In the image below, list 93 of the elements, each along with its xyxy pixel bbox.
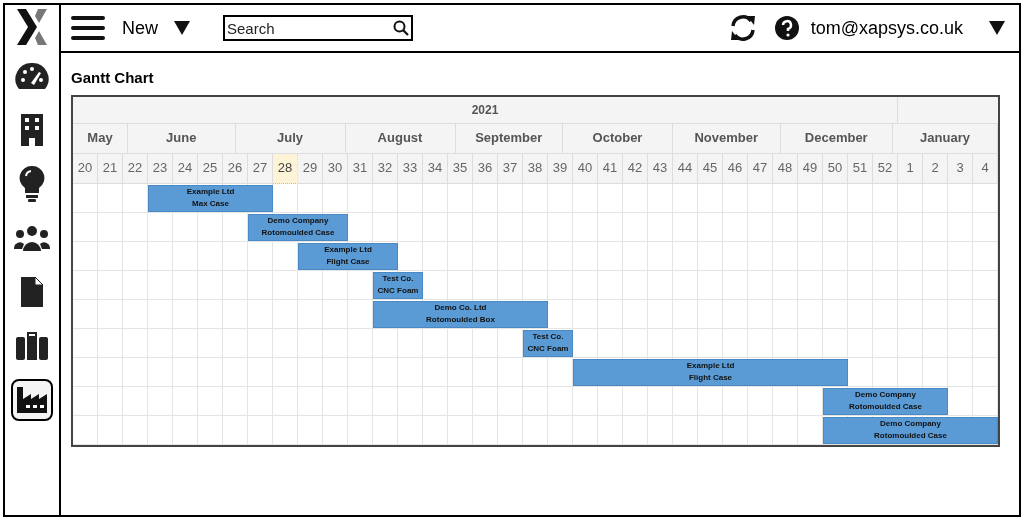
task-product: Flight Case <box>688 372 733 384</box>
sidebar-item[interactable] <box>11 379 53 421</box>
task-bar[interactable]: Demo Company Rotomoulded Case <box>823 416 998 444</box>
week-header: 1 <box>898 153 923 184</box>
week-header: 34 <box>423 153 448 184</box>
month-header: December <box>780 123 893 154</box>
week-header: 24 <box>173 153 198 184</box>
page-title: Gantt Chart <box>71 68 154 88</box>
week-header: 4 <box>973 153 998 184</box>
week-header: 32 <box>373 153 398 184</box>
week-header: 31 <box>348 153 373 184</box>
task-bar[interactable]: Example Ltd Flight Case <box>298 242 398 270</box>
task-bar[interactable]: Example Ltd Flight Case <box>573 358 848 386</box>
week-header: 42 <box>623 153 648 184</box>
task-customer: Demo Company <box>267 215 329 227</box>
week-header: 44 <box>673 153 698 184</box>
factory-icon <box>17 387 47 413</box>
task-product: Flight Case <box>326 256 370 268</box>
task-product: CNC Foam <box>527 343 569 355</box>
caret-icon[interactable] <box>989 21 1005 35</box>
task-bar[interactable]: Demo Company Rotomoulded Case <box>248 213 348 241</box>
lightbulb-icon[interactable] <box>19 166 45 202</box>
week-header: 51 <box>848 153 873 184</box>
week-header: 38 <box>523 153 548 184</box>
month-header: October <box>563 123 673 154</box>
week-header: 27 <box>248 153 273 184</box>
month-header: May <box>73 123 128 154</box>
month-header: January <box>893 123 998 154</box>
help-icon[interactable] <box>774 16 799 40</box>
document-icon[interactable] <box>21 277 43 307</box>
task-customer: Demo Co. Ltd <box>434 302 487 314</box>
week-header: 23 <box>148 153 173 184</box>
week-header: 49 <box>798 153 823 184</box>
week-header: 36 <box>473 153 498 184</box>
task-customer: Test Co. <box>382 273 414 285</box>
user-menu[interactable]: tom@xapsys.co.uk <box>810 14 1005 42</box>
search-icon[interactable] <box>393 20 409 36</box>
task-customer: Example Ltd <box>186 186 235 198</box>
gauge-icon[interactable] <box>15 62 49 90</box>
week-header: 22 <box>123 153 148 184</box>
task-customer: Demo Company <box>880 418 941 430</box>
week-header: 39 <box>548 153 573 184</box>
task-product: CNC Foam <box>377 285 419 297</box>
week-header: 21 <box>98 153 123 184</box>
task-customer: Demo Company <box>855 389 916 401</box>
task-bar[interactable]: Test Co. CNC Foam <box>373 271 423 299</box>
suitcase-icon[interactable] <box>16 332 48 360</box>
week-header: 28 <box>273 153 298 184</box>
month-header: August <box>345 123 456 154</box>
week-header: 20 <box>73 153 98 184</box>
task-customer: Example Ltd <box>686 360 735 372</box>
task-bar[interactable]: Example Ltd Max Case <box>148 184 273 212</box>
month-header: June <box>128 123 236 154</box>
week-header: 2 <box>923 153 948 184</box>
people-icon[interactable] <box>14 225 50 251</box>
building-icon[interactable] <box>20 114 44 146</box>
week-header: 41 <box>598 153 623 184</box>
task-bar[interactable]: Demo Company Rotomoulded Case <box>823 387 948 415</box>
refresh-icon[interactable] <box>728 15 757 41</box>
week-header: 3 <box>948 153 973 184</box>
task-bar[interactable]: Demo Co. Ltd Rotomoulded Box <box>373 300 548 328</box>
task-product: Rotomoulded Case <box>874 430 947 442</box>
week-header: 43 <box>648 153 673 184</box>
search-field[interactable]: Search <box>223 15 413 41</box>
week-header: 35 <box>448 153 473 184</box>
logo-icon[interactable] <box>17 9 47 45</box>
new-button[interactable]: New <box>122 14 190 42</box>
week-header: 29 <box>298 153 323 184</box>
week-header: 33 <box>398 153 423 184</box>
week-header: 26 <box>223 153 248 184</box>
caret-icon[interactable] <box>174 21 190 35</box>
task-bar[interactable]: Test Co. CNC Foam <box>523 329 573 357</box>
month-header: November <box>673 123 781 154</box>
month-header: September <box>455 123 563 154</box>
week-header: 46 <box>723 153 748 184</box>
week-header: 50 <box>823 153 848 184</box>
year-header: 2021 <box>73 96 898 124</box>
task-product: Rotomoulded Box <box>426 314 495 326</box>
task-product: Rotomoulded Case <box>849 401 922 413</box>
task-product: Rotomoulded Case <box>261 227 335 239</box>
menu-icon[interactable] <box>71 16 105 40</box>
week-header: 37 <box>498 153 523 184</box>
task-customer: Test Co. <box>532 331 564 343</box>
week-header: 48 <box>773 153 798 184</box>
month-header: July <box>235 123 346 154</box>
week-header: 30 <box>323 153 348 184</box>
task-product: Max Case <box>192 198 229 210</box>
week-header: 25 <box>198 153 223 184</box>
week-header: 40 <box>573 153 598 184</box>
week-header: 45 <box>698 153 723 184</box>
week-header: 52 <box>873 153 898 184</box>
task-customer: Example Ltd <box>324 244 372 256</box>
week-header: 47 <box>748 153 773 184</box>
